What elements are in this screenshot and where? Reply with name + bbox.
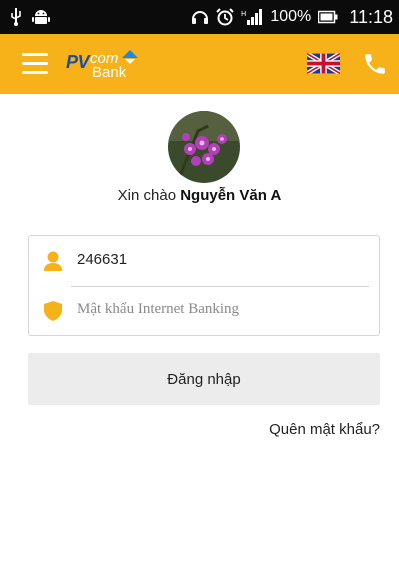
logo-mark-icon [122,50,138,64]
battery-percent: 100% [270,8,312,25]
signal-icon: H [241,9,263,25]
svg-text:H: H [241,10,246,18]
password-placeholder: Mật khẩu Internet Banking [77,301,240,317]
language-button[interactable] [305,51,342,76]
app-bar: PV com Bank [0,34,399,94]
avatar[interactable] [168,111,240,183]
greeting-prefix: Xin chào [117,187,177,204]
login-button[interactable]: Đăng nhập [28,353,380,405]
usb-icon [11,8,21,26]
orchid-photo [168,111,240,183]
menu-icon [22,53,48,74]
user-name: Nguyễn Văn A [180,187,282,204]
headset-icon [192,11,209,24]
battery-icon [318,10,338,24]
username-value: 246631 [77,251,128,268]
status-bar: H 100% 11:18 [0,0,399,34]
forgot-password-link[interactable]: Quên mật khẩu? [269,421,380,438]
username-field[interactable]: 246631 [29,236,379,286]
pvcombank-logo: PV com Bank [66,46,146,82]
logo-text-bank: Bank [92,64,127,81]
menu-button[interactable] [22,53,48,75]
clock: 11:18 [349,6,393,27]
logo-text-pv: PV [66,52,90,72]
login-form: 246631 Mật khẩu Internet Banking [28,235,380,336]
greeting: Xin chào Nguyễn Văn A [0,187,399,204]
uk-flag-icon [305,51,342,76]
phone-icon [365,54,385,74]
shield-icon [44,301,62,321]
alarm-icon [216,8,235,26]
android-icon [32,10,50,24]
password-field[interactable]: Mật khẩu Internet Banking [29,286,379,336]
call-button[interactable] [362,51,388,77]
user-icon [44,251,62,271]
